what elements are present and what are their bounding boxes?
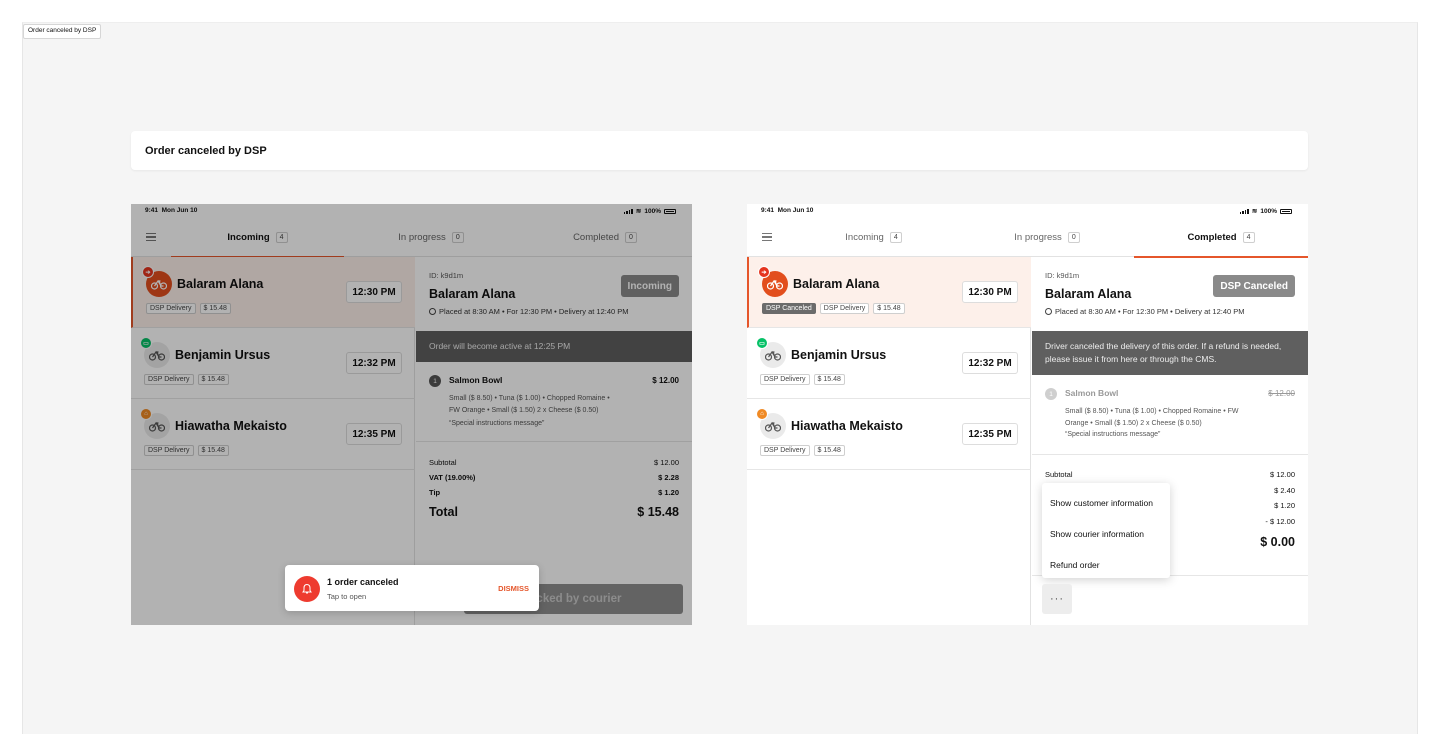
delivery-tag: DSP Delivery xyxy=(760,445,810,456)
menu-show-customer-info[interactable]: Show customer information xyxy=(1050,498,1153,508)
bicycle-icon: ▭ xyxy=(756,337,786,368)
customer-name: Benjamin Ursus xyxy=(791,348,887,362)
frame-label: Order canceled by DSP xyxy=(23,24,102,39)
order-actions-menu: Show customer information Show courier i… xyxy=(1042,483,1170,578)
tab-label: Incoming xyxy=(845,231,884,243)
order-item: 1 Salmon Bowl $ 12.00 Small ($ 8.50) • T… xyxy=(1032,375,1308,455)
tab-count: 4 xyxy=(889,231,902,243)
order-row[interactable]: ➔ Balaram Alana 12:30 PM DSP Canceled DS… xyxy=(747,257,1031,328)
pickup-time: 12:35 PM xyxy=(962,423,1018,445)
item-price: $ 12.00 xyxy=(1268,389,1295,398)
status-bar: 9:41 Mon Jun 10 ≋ 100% xyxy=(747,204,1308,217)
section-header: Order canceled by DSP xyxy=(131,131,1308,170)
delivery-tag: DSP Delivery xyxy=(760,374,810,385)
summary-subtotal: Subtotal $ 12.00 xyxy=(1045,470,1295,479)
customer-name: Balaram Alana xyxy=(793,277,880,291)
battery-percent: 100% xyxy=(1260,207,1277,215)
menu-refund-order[interactable]: Refund order xyxy=(1050,560,1100,570)
doordash-icon: ➔ xyxy=(758,266,770,278)
battery-icon xyxy=(1280,208,1292,214)
store-icon: ⌂ xyxy=(756,408,768,420)
order-tags: DSP Delivery $ 15.48 xyxy=(760,445,845,456)
item-note: “Special instructions message” xyxy=(1065,431,1161,438)
bicycle-icon: ⌂ xyxy=(756,408,786,439)
order-row[interactable]: ▭ Benjamin Ursus 12:32 PM DSP Delivery $… xyxy=(747,328,1031,399)
tab-completed[interactable]: Completed 4 xyxy=(1134,217,1308,258)
order-tags: DSP Delivery $ 15.48 xyxy=(760,374,845,385)
hamburger-menu-icon[interactable] xyxy=(762,233,772,241)
amount-tag: $ 15.48 xyxy=(873,303,905,314)
toast-subtitle: Tap to open xyxy=(327,592,367,601)
item-name: Salmon Bowl xyxy=(1065,388,1119,398)
signal-icon xyxy=(1239,208,1249,214)
order-row[interactable]: ⌂ Hiawatha Mekaisto 12:35 PM DSP Deliver… xyxy=(747,399,1031,470)
tab-incoming[interactable]: Incoming 4 xyxy=(787,217,960,257)
more-actions-button[interactable]: ··· xyxy=(1042,584,1072,614)
section-title: Order canceled by DSP xyxy=(145,145,267,157)
clock-icon xyxy=(1045,308,1052,315)
order-tags: DSP Canceled DSP Delivery $ 15.48 xyxy=(762,303,905,314)
order-tabs: Incoming 4 In progress 0 Completed 4 xyxy=(747,217,1308,258)
detail-customer-name: Balaram Alana xyxy=(1045,287,1132,301)
bell-icon xyxy=(294,576,320,602)
order-notice: Driver canceled the delivery of this ord… xyxy=(1032,331,1308,375)
order-list: ➔ Balaram Alana 12:30 PM DSP Canceled DS… xyxy=(747,257,1031,625)
pickup-time: 12:32 PM xyxy=(962,352,1018,374)
tablet-screen-completed: 9:41 Mon Jun 10 ≋ 100% Incoming 4 In pro… xyxy=(747,204,1308,625)
status-indicators: ≋ 100% xyxy=(1239,207,1292,215)
cancel-toast[interactable]: 1 order canceled Tap to open DISMISS xyxy=(285,565,539,611)
order-detail: ID: k9d1m Balaram Alana Placed at 8:30 A… xyxy=(1032,257,1308,625)
amount-tag: $ 15.48 xyxy=(813,374,845,385)
modal-overlay xyxy=(131,204,692,625)
pickup-time: 12:30 PM xyxy=(962,281,1018,303)
order-id: ID: k9d1m xyxy=(1045,271,1080,280)
status-time: 9:41 Mon Jun 10 xyxy=(761,207,814,214)
tab-count: 0 xyxy=(1067,231,1080,243)
canceled-tag: DSP Canceled xyxy=(762,303,816,314)
item-modifiers: Small ($ 8.50) • Tuna ($ 1.00) • Chopped… xyxy=(1065,408,1239,427)
tab-label: Completed xyxy=(1187,231,1237,243)
order-timing: Placed at 8:30 AM • For 12:30 PM • Deliv… xyxy=(1045,307,1245,316)
dismiss-button[interactable]: DISMISS xyxy=(498,584,529,593)
delivery-tag: DSP Delivery xyxy=(819,303,870,314)
tab-in-progress[interactable]: In progress 0 xyxy=(960,217,1134,257)
uber-eats-icon: ▭ xyxy=(756,337,768,349)
tab-count: 4 xyxy=(1242,231,1255,243)
customer-name: Hiawatha Mekaisto xyxy=(791,419,903,433)
item-quantity: 1 xyxy=(1045,388,1057,400)
amount-tag: $ 15.48 xyxy=(813,445,845,456)
wifi-icon: ≋ xyxy=(1251,208,1258,215)
toast-title: 1 order canceled xyxy=(327,577,399,587)
tab-label: In progress xyxy=(1014,231,1062,243)
status-button[interactable]: DSP Canceled xyxy=(1213,275,1295,297)
menu-show-courier-info[interactable]: Show courier information xyxy=(1050,529,1144,539)
tablet-screen-incoming: 9:41 Mon Jun 10 ≋ 100% Incoming 4 In pro… xyxy=(131,204,692,625)
bicycle-icon: ➔ xyxy=(758,266,788,297)
